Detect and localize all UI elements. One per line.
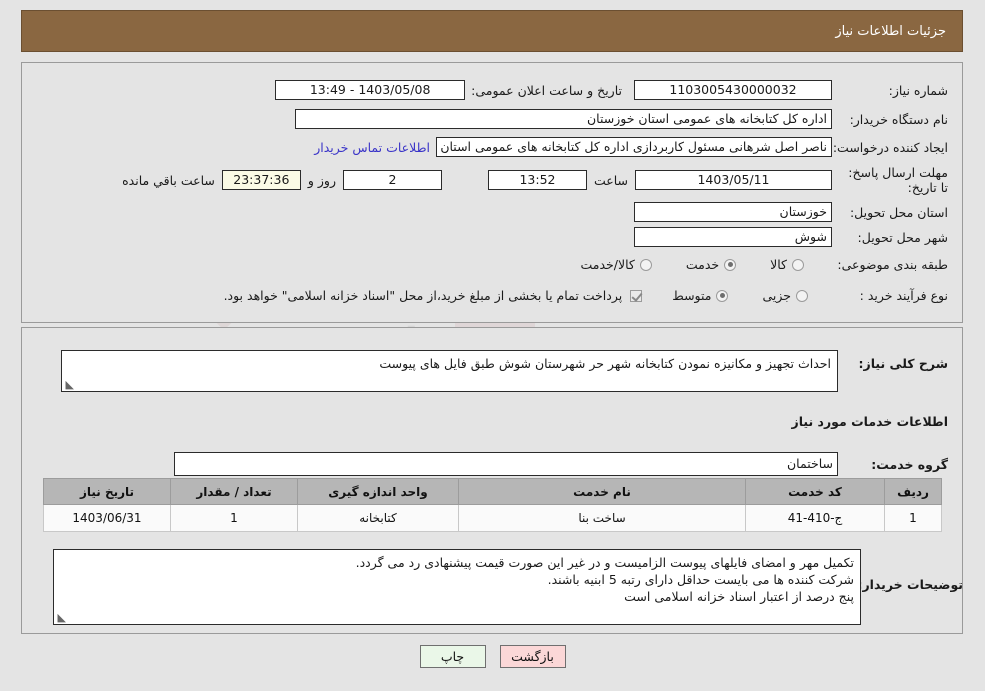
- cell-service-name: ساخت بنا: [458, 504, 746, 532]
- need-summary-panel: شماره نیاز: 1103005430000032 تاریخ و ساع…: [21, 62, 963, 323]
- table-header-row: ردیف کد خدمت نام خدمت واحد اندازه گیری ت…: [43, 478, 942, 505]
- service-group-value: ساختمان: [174, 452, 838, 476]
- delivery-city-value: شوش: [634, 227, 832, 247]
- cell-need-date: 1403/06/31: [43, 504, 171, 532]
- deadline-label: مهلت ارسال پاسخ: تا تاریخ:: [848, 165, 948, 195]
- creator-label: ایجاد کننده درخواست:: [832, 139, 948, 155]
- delivery-city-label: شهر محل تحویل:: [857, 229, 948, 245]
- treasury-bond-checkbox[interactable]: [630, 289, 643, 302]
- service-group-row: گروه خدمت: ساختمان: [174, 452, 948, 476]
- page-title: جزئیات اطلاعات نیاز: [835, 23, 946, 39]
- delivery-city-row: شهر محل تحویل: شوش: [634, 227, 948, 247]
- need-number-label: شماره نیاز:: [888, 82, 948, 98]
- remaining-countdown-value: 23:37:36: [221, 170, 301, 190]
- buyer-org-label: نام دستگاه خریدار:: [849, 111, 948, 127]
- remaining-days-value: 2: [342, 170, 442, 190]
- buyer-notes-line-1: تکمیل مهر و امضای فایلهای پیوست الزامیست…: [355, 555, 854, 570]
- resize-grip-icon[interactable]: ◣: [64, 379, 74, 390]
- table-row: 1 ج-410-41 ساخت بنا کتابخانه 1 1403/06/3…: [43, 504, 942, 532]
- creator-row: ایجاد کننده درخواست: ناصر اصل شرهانی مسئ…: [314, 137, 948, 157]
- table-col-name: نام خدمت: [458, 478, 746, 505]
- classification-radio-kala[interactable]: [792, 258, 804, 271]
- classification-option-khedmat[interactable]: خدمت: [685, 257, 737, 272]
- classification-row: طبقه بندی موضوعی: کالا خدمت کالا/خدمت: [580, 257, 948, 272]
- cell-unit: کتابخانه: [297, 504, 459, 532]
- deadline-time-value: 13:52: [487, 170, 587, 190]
- buyer-org-value: اداره کل کتابخانه های عمومی استان خوزستا…: [295, 109, 832, 129]
- delivery-province-row: استان محل تحویل: خوزستان: [634, 202, 948, 222]
- table-col-date: تاریخ نیاز: [43, 478, 171, 505]
- classification-label-khedmat: خدمت: [685, 257, 720, 272]
- buyer-org-row: نام دستگاه خریدار: اداره کل کتابخانه های…: [295, 109, 948, 129]
- general-desc-label: شرح کلی نیاز:: [858, 356, 948, 371]
- classification-label: طبقه بندی موضوعی:: [837, 257, 948, 272]
- buyer-contact-link[interactable]: اطلاعات تماس خریدار: [314, 140, 430, 155]
- deadline-date-value: 1403/05/11: [635, 170, 832, 190]
- buyer-notes-line-2: شرکت کننده ها می بایست حداقل دارای رتبه …: [547, 572, 854, 587]
- table-col-code: کد خدمت: [745, 478, 885, 505]
- deadline-row: مهلت ارسال پاسخ: تا تاریخ: 1403/05/11 سا…: [122, 165, 948, 195]
- creator-value: ناصر اصل شرهانی مسئول کاربردازی اداره کل…: [436, 137, 832, 157]
- cell-service-code: ج-410-41: [745, 504, 885, 532]
- buyer-notes-resize-grip-icon[interactable]: ◣: [56, 612, 66, 623]
- announce-datetime-label: تاریخ و ساعت اعلان عمومی:: [471, 82, 622, 98]
- classification-option-kala-khedmat[interactable]: کالا/خدمت: [580, 257, 652, 272]
- services-table: ردیف کد خدمت نام خدمت واحد اندازه گیری ت…: [43, 478, 942, 532]
- action-button-row: بازگشت چاپ: [0, 645, 985, 668]
- table-col-qty: تعداد / مقدار: [170, 478, 298, 505]
- general-desc-textarea[interactable]: احداث تجهیز و مکانیزه نمودن کتابخانه شهر…: [61, 350, 838, 392]
- back-button[interactable]: بازگشت: [499, 645, 566, 668]
- classification-label-kala: کالا: [770, 257, 787, 272]
- remaining-countdown-label: ساعت باقي مانده: [122, 172, 215, 188]
- treasury-bond-note: پرداخت تمام یا بخشی از مبلغ خرید،از محل …: [223, 288, 623, 303]
- general-desc-row: شرح کلی نیاز: احداث تجهیز و مکانیزه نمود…: [61, 350, 948, 392]
- classification-radio-khedmat[interactable]: [724, 258, 737, 271]
- process-option-jozyi[interactable]: جزیی: [762, 288, 808, 303]
- table-col-unit: واحد اندازه گیری: [297, 478, 459, 505]
- need-number-row: شماره نیاز: 1103005430000032: [634, 80, 948, 100]
- cell-quantity: 1: [170, 504, 298, 532]
- classification-option-kala[interactable]: کالا: [770, 257, 804, 272]
- announce-datetime-row: تاریخ و ساعت اعلان عمومی: 1403/05/08 - 1…: [275, 80, 622, 100]
- buyer-notes-row: توضیحات خریدار: تکمیل مهر و امضای فایلها…: [53, 549, 963, 625]
- announce-datetime-value: 1403/05/08 - 13:49: [275, 80, 466, 100]
- table-col-row: ردیف: [884, 478, 942, 505]
- classification-radio-kala-khedmat[interactable]: [639, 258, 652, 271]
- print-button[interactable]: چاپ: [419, 645, 486, 668]
- deadline-hour-label: ساعت: [593, 172, 628, 188]
- remaining-days-label: روز و: [307, 172, 336, 188]
- general-desc-value: احداث تجهیز و مکانیزه نمودن کتابخانه شهر…: [379, 356, 831, 371]
- process-option-motavasset[interactable]: متوسط: [672, 288, 729, 303]
- buyer-notes-line-3: پنج درصد از اعتبار اسناد خزانه اسلامی اس…: [624, 589, 854, 604]
- buyer-notes-label: توضیحات خریدار:: [857, 577, 963, 592]
- process-radio-motavasset[interactable]: [716, 289, 729, 302]
- need-number-value: 1103005430000032: [634, 80, 832, 100]
- services-section-title: اطلاعات خدمات مورد نیاز: [791, 414, 949, 429]
- classification-label-kala-khedmat: کالا/خدمت: [580, 257, 635, 272]
- process-type-row: نوع فرآیند خرید : جزیی متوسط پرداخت تمام…: [224, 288, 948, 303]
- buyer-notes-textarea[interactable]: تکمیل مهر و امضای فایلهای پیوست الزامیست…: [53, 549, 861, 625]
- process-type-label: نوع فرآیند خرید :: [859, 288, 948, 303]
- process-label-jozyi: جزیی: [762, 288, 791, 303]
- page-header-bar: جزئیات اطلاعات نیاز: [21, 10, 963, 52]
- delivery-province-value: خوزستان: [634, 202, 832, 222]
- process-label-motavasset: متوسط: [672, 288, 712, 303]
- delivery-province-label: استان محل تحویل:: [849, 204, 948, 220]
- page-root: AriaTender .net جزئیات اطلاعات نیاز شمار…: [0, 0, 985, 691]
- service-group-label: گروه خدمت:: [871, 456, 948, 472]
- cell-row-index: 1: [884, 504, 942, 532]
- process-radio-jozyi[interactable]: [796, 289, 808, 302]
